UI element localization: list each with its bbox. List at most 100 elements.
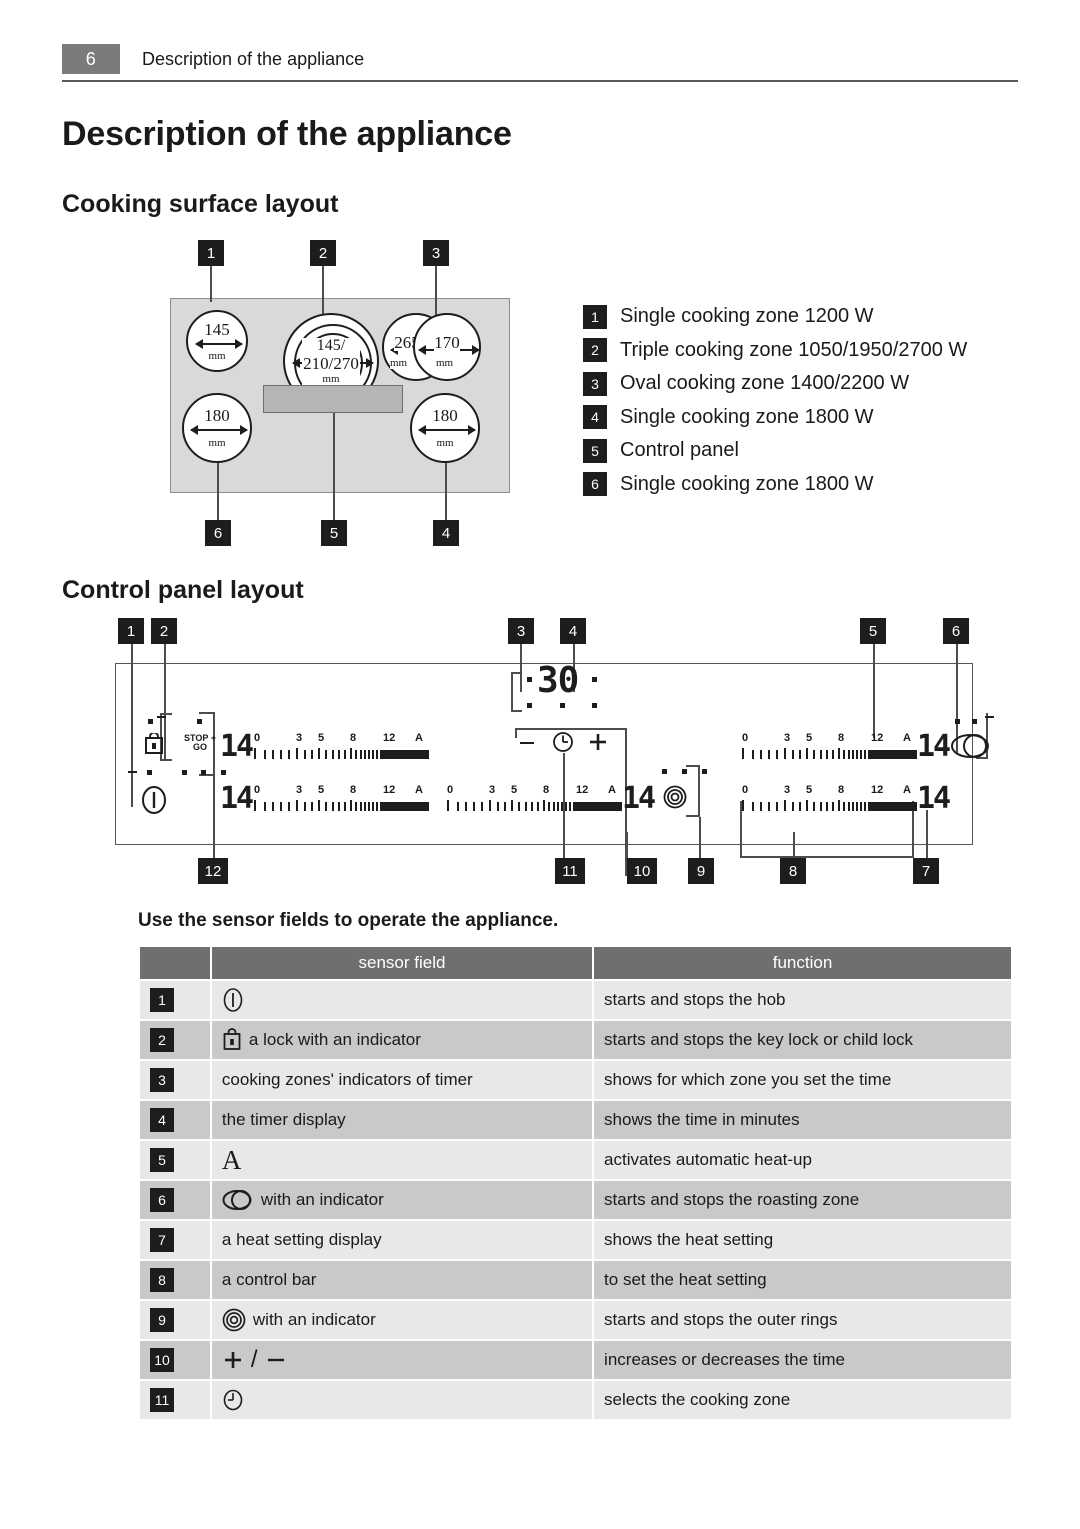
cb3-label-a: A [608,784,616,796]
control-bar-2-ticks [252,798,429,811]
row-sensor-text-6: with an indicator [260,1190,384,1209]
cp-callout-11: 11 [555,858,585,884]
row-function-cell: shows the heat setting [592,1219,1013,1261]
power-icon[interactable] [140,785,168,815]
row-function-cell: shows for which zone you set the time [592,1059,1013,1101]
cp-callout-3: 3 [508,618,534,644]
outer-rings-dot-a [662,769,667,774]
cb1-label-a: A [415,732,423,744]
plus-icon[interactable] [587,731,609,753]
control-bar-4[interactable]: 0 3 5 8 12 A [740,732,917,759]
legend-badge-4: 4 [583,405,607,430]
row-sensor-cell: A [209,1139,595,1181]
row-sensor-text-2: a lock with an indicator [248,1030,421,1049]
timer-zone-dot-tr [592,677,597,682]
running-header-title: Description of the appliance [142,48,365,69]
roasting-zone-icon [222,1189,254,1211]
legend-item: 3 Oval cooking zone 1400/2200 W [583,367,1013,401]
control-bar-4-scale: 0 3 5 8 12 A [740,732,912,745]
power-icon [222,987,244,1013]
row-number-cell: 5 [138,1139,212,1181]
cb1-label-8: 8 [350,732,357,744]
table-row: 5 A activates automatic heat-up [138,1139,1013,1181]
cp-callout-2: 2 [151,618,177,644]
zone-4-diameter: 180 [432,406,458,425]
table-row: 3 cooking zones' indicators of timer sho… [138,1059,1013,1101]
roasting-zone-dot-b [972,719,977,724]
row-number-cell: 10 [138,1339,212,1381]
outer-rings-dot-b [682,769,687,774]
legend-badge-2: 2 [583,338,607,363]
control-bar-3[interactable]: 0 3 5 8 12 A [445,784,622,811]
legend-badge-3: 3 [583,371,607,396]
cp-callout-7: 7 [913,858,939,884]
cb2-label-5: 5 [318,784,325,796]
callout-2: 2 [310,240,336,266]
clock-icon[interactable] [552,731,574,753]
row-number-cell: 4 [138,1099,212,1141]
zone-6-diameter: 180 [204,406,230,425]
outer-rings-icon [222,1308,246,1332]
row-badge-8: 8 [150,1268,174,1292]
cp-leader-2 [164,644,166,760]
row-badge-7: 7 [150,1228,174,1252]
roasting-zone-dot-a [955,719,960,724]
leader-line-5 [333,413,335,520]
control-bar-5[interactable]: 0 3 5 8 12 A [740,784,917,811]
outer-rings-dot-c [702,769,707,774]
timer-zone-dot-bl [527,703,532,708]
timer-zone-dot-br [592,703,597,708]
row-function-cell: starts and stops the hob [592,979,1013,1021]
stop-go-label[interactable]: STOP + GO [180,734,220,752]
cooking-zone-6: 180 mm [182,393,252,463]
leader-line-1 [210,266,212,302]
cooking-surface-legend: 1 Single cooking zone 1200 W 2 Triple co… [583,300,1013,501]
cb4-label-a: A [903,732,911,744]
cb1-label-3: 3 [296,732,303,744]
row-function-cell: starts and stops the roasting zone [592,1179,1013,1221]
cb2-label-12: 12 [383,784,396,796]
cooking-zone-3-inner: 170 mm [413,313,481,381]
lock-icon[interactable] [144,733,164,755]
cb3-label-3: 3 [489,784,496,796]
stop-go-text: STOP + GO [184,733,216,752]
row-sensor-cell: cooking zones' indicators of timer [209,1059,595,1101]
cb1-label-5: 5 [318,732,325,744]
roasting-zone-icon[interactable] [950,733,990,759]
legend-text-1: Single cooking zone 1200 W [620,305,874,328]
dimension-arrow-zone-1 [195,339,243,349]
row-sensor-cell [209,979,595,1021]
hob-control-panel-strip [263,385,403,413]
legend-item: 5 Control panel [583,434,1013,468]
cp-callout-12: 12 [198,858,228,884]
table-row: 8 a control bar to set the heat setting [138,1259,1013,1301]
zone-3-inner-unit: mm [436,357,454,369]
row-badge-3: 3 [150,1068,174,1092]
row-badge-5: 5 [150,1148,174,1172]
cb2-label-3: 3 [296,784,303,796]
cp-leader-1 [131,644,133,807]
minus-icon[interactable] [520,742,534,745]
control-bar-2[interactable]: 0 3 5 8 12 A [252,784,429,811]
cp-callout-6: 6 [943,618,969,644]
row-badge-4: 4 [150,1108,174,1132]
lock-icon [222,1028,242,1052]
row-badge-1: 1 [150,988,174,1012]
control-bar-1-ticks [252,746,429,759]
zone-3-outer-unit: mm [390,357,408,369]
heat-setting-display-2: 14 [220,781,254,816]
cb5-label-5: 5 [806,784,813,796]
timer-display: 30 [537,660,579,701]
timer-zone-dot-tl [527,677,532,682]
lock-indicator-dash [157,716,166,718]
control-bar-1[interactable]: 0 3 5 8 12 A [252,732,429,759]
legend-item: 6 Single cooking zone 1800 W [583,468,1013,502]
cb4-label-12: 12 [871,732,884,744]
section-heading-cooking-surface: Cooking surface layout [62,190,339,218]
zone-3-inner-diameter: 170 [434,332,460,352]
row-sensor-cell: with an indicator [209,1299,595,1341]
timer-zone-dot-bc [560,703,565,708]
control-bar-5-scale: 0 3 5 8 12 A [740,784,912,797]
row-function-cell: selects the cooking zone [592,1379,1013,1421]
outer-rings-icon[interactable] [663,785,687,809]
